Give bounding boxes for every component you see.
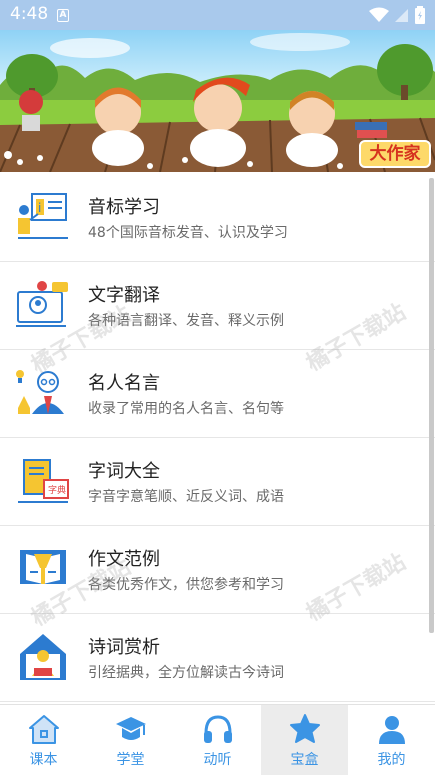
list-item-essays[interactable]: 作文范例 各类优秀作文，供您参考和学习 <box>0 526 435 614</box>
scrollbar[interactable] <box>429 178 434 633</box>
notification-icon: A <box>57 9 69 22</box>
status-time: 4:48 <box>10 4 49 24</box>
list-item-dictionary[interactable]: 字典 字词大全 字音字意笔顺、近反义词、成语 <box>0 438 435 526</box>
tab-label: 宝盒 <box>290 752 319 768</box>
item-title: 字词大全 <box>88 461 160 482</box>
list-item-translation[interactable]: 文字翻译 各种语言翻译、发音、释义示例 <box>0 262 435 350</box>
tab-listen[interactable]: 动听 <box>174 705 261 775</box>
list-item-poetry[interactable]: 诗词赏析 引经据典，全方位解读古今诗词 <box>0 614 435 702</box>
item-subtitle: 字音字意笔顺、近反义词、成语 <box>88 489 284 505</box>
item-subtitle: 收录了常用的名人名言、名句等 <box>88 401 284 417</box>
translator-screen-icon <box>16 281 68 327</box>
wifi-icon <box>369 7 389 22</box>
list-item-phonetics[interactable]: i 音标学习 48个国际音标发音、认识及学习 <box>0 174 435 262</box>
tab-label: 学堂 <box>116 752 145 768</box>
item-subtitle: 引经据典，全方位解读古今诗词 <box>88 665 284 681</box>
item-subtitle: 各种语言翻译、发音、释义示例 <box>88 313 284 329</box>
battery-icon <box>415 6 425 24</box>
person-icon <box>378 716 405 744</box>
tab-mine[interactable]: 我的 <box>348 705 435 775</box>
tab-treasure-box[interactable]: 宝盒 <box>261 705 348 775</box>
dictionary-icon: 字典 <box>18 459 69 503</box>
tab-school[interactable]: 学堂 <box>87 705 174 775</box>
item-title: 名人名言 <box>88 373 160 394</box>
scientist-icon <box>16 370 64 414</box>
poetry-reader-icon <box>20 634 66 680</box>
tab-label: 动听 <box>203 752 232 768</box>
banner-image: 大作家 <box>0 30 435 172</box>
graduation-cap-icon <box>115 717 146 740</box>
item-title: 音标学习 <box>88 197 160 218</box>
item-title: 诗词赏析 <box>88 637 160 658</box>
item-title: 作文范例 <box>88 549 160 570</box>
item-subtitle: 48个国际音标发音、认识及学习 <box>88 225 288 241</box>
house-icon <box>28 715 59 744</box>
banner-badge: 大作家 <box>359 140 431 168</box>
tab-textbook[interactable]: 课本 <box>0 705 87 775</box>
svg-text:i: i <box>38 201 41 215</box>
item-title: 文字翻译 <box>88 285 160 306</box>
svg-text:字典: 字典 <box>48 484 66 496</box>
signal-icon <box>395 9 408 22</box>
item-subtitle: 各类优秀作文，供您参考和学习 <box>88 577 284 593</box>
list-item-quotes[interactable]: 名人名言 收录了常用的名人名言、名句等 <box>0 350 435 438</box>
bottom-tab-bar: 课本 学堂 动听 宝盒 我的 <box>0 704 435 775</box>
status-bar: 4:48 A <box>0 0 435 30</box>
feature-list: i 音标学习 48个国际音标发音、认识及学习 文字翻译 各种语言翻译、发音、释义… <box>0 174 435 702</box>
tab-label: 课本 <box>29 752 58 768</box>
star-icon <box>289 714 320 743</box>
phonetic-board-icon: i <box>18 193 68 239</box>
headphones-icon <box>203 715 232 743</box>
writing-book-icon <box>20 550 66 584</box>
tab-label: 我的 <box>377 752 406 768</box>
